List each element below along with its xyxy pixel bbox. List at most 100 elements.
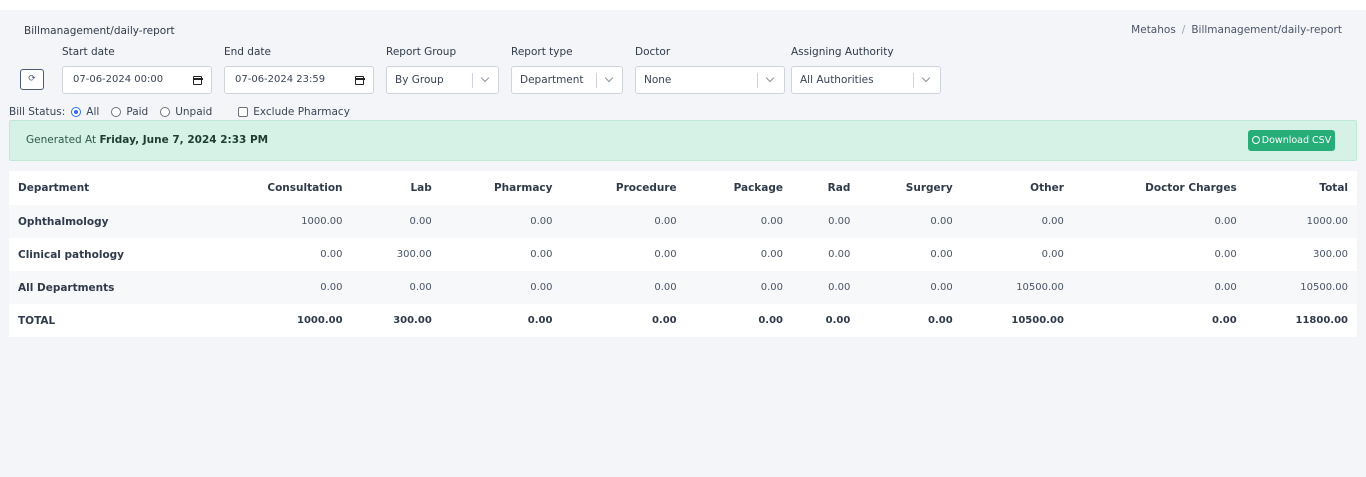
amount-cell: 11800.00 [1245,304,1357,337]
radio-unpaid[interactable] [160,107,171,117]
column-header: Rad [792,171,860,205]
report-group-select[interactable]: By Group [386,66,499,94]
department-cell: TOTAL [9,304,205,337]
bill-status-row: Bill Status: All Paid Unpaid Exclude Pha… [9,106,350,118]
radio-all[interactable] [71,107,82,117]
amount-cell: 0.00 [792,271,860,304]
download-icon [1251,136,1260,144]
department-cell: Clinical pathology [9,238,205,271]
bill-status-label: Bill Status: [9,106,66,118]
amount-cell: 10500.00 [961,304,1073,337]
breadcrumb: Metahos / Billmanagement/daily-report [1131,24,1342,36]
generated-text: Generated At Friday, June 7, 2024 2:33 P… [26,134,268,146]
column-header: Doctor Charges [1072,171,1246,205]
amount-cell: 10500.00 [961,271,1073,304]
report-type-label: Report type [511,46,573,58]
amount-cell: 0.00 [561,238,686,271]
table-header-row: Department Consultation Lab Pharmacy Procedu… [9,171,1357,205]
report-table: Department Consultation Lab Pharmacy Procedu… [9,171,1357,337]
column-header: Total [1245,171,1357,205]
amount-cell: 0.00 [792,304,860,337]
amount-cell: 0.00 [351,271,441,304]
end-date-label: End date [224,46,271,58]
generated-banner: Generated At Friday, June 7, 2024 2:33 P… [9,120,1357,161]
amount-cell: 0.00 [685,238,793,271]
column-header: Surgery [859,171,962,205]
amount-cell: 0.00 [440,205,562,238]
amount-cell: 0.00 [859,304,962,337]
column-header: Procedure [561,171,686,205]
select-divider [472,73,473,88]
chevron-down-icon [480,73,490,83]
amount-cell: 0.00 [204,238,352,271]
assigning-authority-value: All Authorities [800,74,874,86]
report-type-select[interactable]: Department [511,66,623,94]
radio-paid-label[interactable]: Paid [126,106,148,118]
amount-cell: 0.00 [204,271,352,304]
amount-cell: 0.00 [685,205,793,238]
column-header: Pharmacy [440,171,562,205]
column-header: Consultation [204,171,352,205]
exclude-pharmacy-checkbox[interactable] [238,107,249,117]
refresh-button[interactable]: ⟳ [20,69,44,90]
column-header: Lab [351,171,441,205]
table-row: Clinical pathology 0.00 300.00 0.00 0.00 0.00… [9,238,1357,271]
amount-cell: 0.00 [351,205,441,238]
assigning-authority-select[interactable]: All Authorities [791,66,941,94]
chevron-down-icon [921,73,931,83]
radio-paid[interactable] [111,107,122,117]
column-header: Department [9,171,205,205]
amount-cell: 1000.00 [204,205,352,238]
amount-cell: 300.00 [1245,238,1357,271]
amount-cell: 0.00 [685,271,793,304]
select-divider [596,73,597,88]
report-type-value: Department [520,74,584,86]
amount-cell: 0.00 [561,271,686,304]
radio-all-label[interactable]: All [86,106,99,118]
start-date-input[interactable]: 07-06-2024 00:00 [62,66,212,94]
report-group-value: By Group [395,74,444,86]
amount-cell: 300.00 [351,238,441,271]
amount-cell: 0.00 [440,238,562,271]
page: Billmanagement/daily-report Metahos / Bill… [0,10,1366,477]
table-row: All Departments 0.00 0.00 0.00 0.00 0.00 0.00 0… [9,271,1357,304]
amount-cell: 0.00 [792,205,860,238]
column-header: Package [685,171,793,205]
amount-cell: 0.00 [792,238,860,271]
amount-cell: 1000.00 [204,304,352,337]
breadcrumb-separator: / [1181,24,1186,36]
report-group-label: Report Group [386,46,457,58]
amount-cell: 0.00 [859,271,962,304]
select-divider [757,73,758,88]
assigning-authority-label: Assigning Authority [791,46,894,58]
report-table-container: Department Consultation Lab Pharmacy Procedu… [9,171,1357,337]
generated-timestamp: Friday, June 7, 2024 2:33 PM [99,134,269,146]
end-date-value: 07-06-2024 23:59 [235,74,326,85]
amount-cell: 0.00 [1072,271,1246,304]
department-cell: All Departments [9,271,205,304]
end-date-input[interactable]: 07-06-2024 23:59 [224,66,374,94]
radio-unpaid-label[interactable]: Unpaid [175,106,212,118]
select-divider [913,73,914,88]
amount-cell: 0.00 [1072,304,1246,337]
page-title: Billmanagement/daily-report [24,25,175,37]
doctor-select[interactable]: None [635,66,785,94]
breadcrumb-home[interactable]: Metahos [1131,24,1176,36]
department-cell: Ophthalmology [9,205,205,238]
amount-cell: 0.00 [685,304,793,337]
generated-prefix: Generated At [26,134,97,146]
calendar-icon[interactable] [192,76,203,85]
calendar-icon[interactable] [354,76,365,85]
amount-cell: 0.00 [440,271,562,304]
amount-cell: 0.00 [859,205,962,238]
start-date-value: 07-06-2024 00:00 [73,74,164,85]
amount-cell: 0.00 [961,205,1073,238]
amount-cell: 0.00 [859,238,962,271]
doctor-label: Doctor [635,46,671,58]
amount-cell: 0.00 [961,238,1073,271]
exclude-pharmacy-label[interactable]: Exclude Pharmacy [253,106,350,118]
breadcrumb-current: Billmanagement/daily-report [1191,24,1342,36]
download-csv-button[interactable]: Download CSV [1248,130,1335,151]
amount-cell: 0.00 [440,304,562,337]
amount-cell: 300.00 [351,304,441,337]
